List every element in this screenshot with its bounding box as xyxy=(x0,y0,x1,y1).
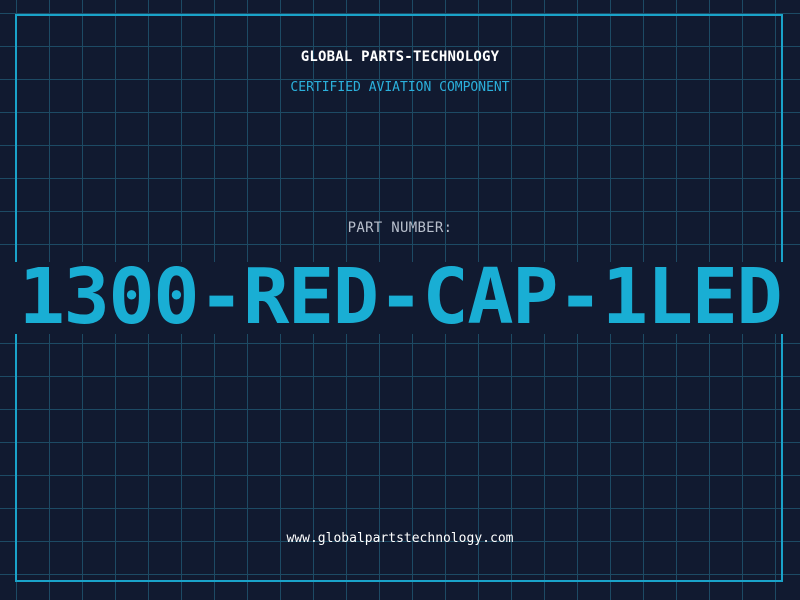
website-link[interactable]: www.globalpartstechnology.com xyxy=(0,531,800,546)
company-name: GLOBAL PARTS-TECHNOLOGY xyxy=(300,49,500,65)
part-number-value: 1300-RED-CAP-1LED xyxy=(18,253,783,342)
part-number-label: PART NUMBER: xyxy=(347,220,453,236)
certificate-card: GLOBAL PARTS-TECHNOLOGY CERTIFIED AVIATI… xyxy=(0,0,800,600)
certification-subtitle: CERTIFIED AVIATION COMPONENT xyxy=(290,80,510,95)
